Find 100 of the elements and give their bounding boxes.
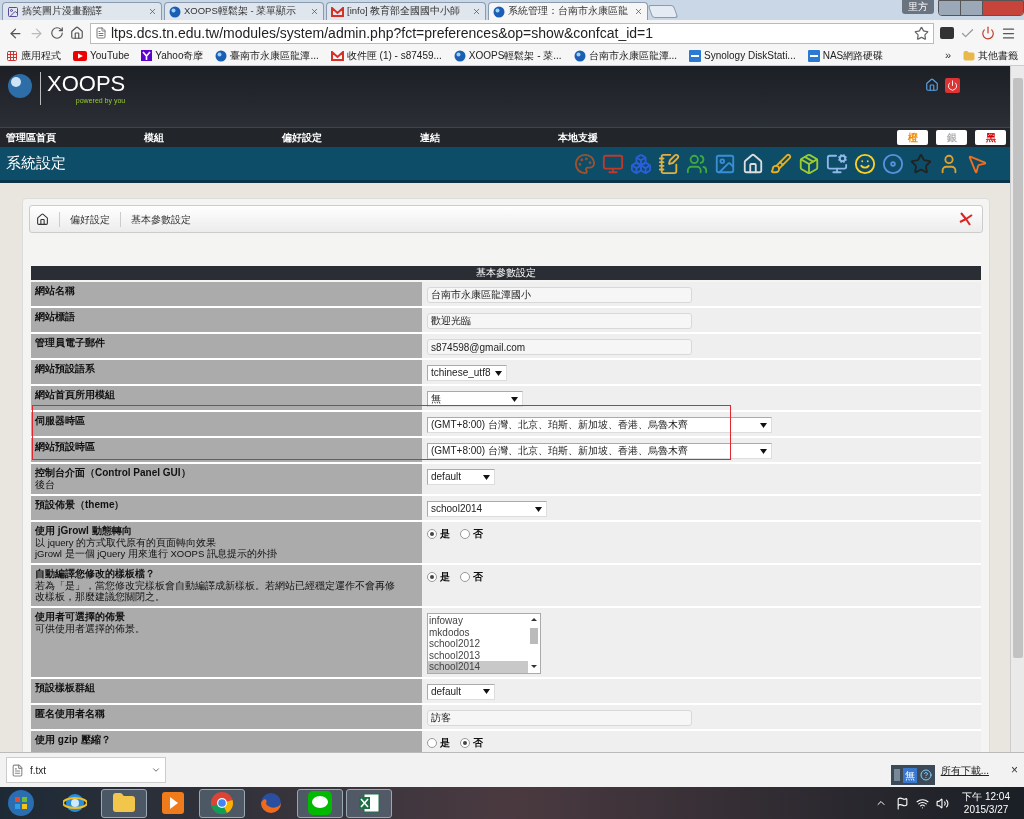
smiley-icon[interactable] xyxy=(854,152,876,175)
help-icon[interactable] xyxy=(919,769,932,781)
taskbar-app-button[interactable] xyxy=(101,788,147,818)
home-icon[interactable] xyxy=(70,26,84,40)
setting-label: 預設佈景（theme） xyxy=(35,499,126,511)
play-icon xyxy=(162,792,184,814)
address-field[interactable]: ltps.dcs.tn.edu.tw/modules/system/admin.php?fct=preferences&op=show&confcat_id=1 xyxy=(90,22,934,44)
bookmark-item[interactable]: 台南市永康區龍潭... xyxy=(573,48,677,63)
text-field[interactable]: 歡迎光臨 xyxy=(427,313,692,329)
radio-button[interactable] xyxy=(460,572,470,582)
page-scrollbar[interactable] xyxy=(1010,66,1024,752)
list-option[interactable]: school2013 xyxy=(428,649,528,661)
picture-frame-icon[interactable] xyxy=(714,152,736,175)
list-box[interactable]: infoway mkdodos school2012 school2013 school2014 xyxy=(427,613,541,674)
list-option[interactable]: school2012 xyxy=(428,638,528,650)
bookmark-item[interactable]: 收件匣 (1) - s87459... xyxy=(330,48,442,63)
clock[interactable]: 下午 12:04 2015/3/27 xyxy=(962,790,1010,816)
dropdown-field[interactable]: tchinese_utf8 xyxy=(427,365,507,381)
bookmark-item[interactable]: Yahoo奇摩 xyxy=(141,48,204,63)
setting-label: 伺服器時區 xyxy=(35,415,86,427)
text-field[interactable]: s874598@gmail.com xyxy=(427,339,692,355)
notepad-icon[interactable] xyxy=(658,152,680,175)
nav-link[interactable]: 偏好設定 xyxy=(276,130,414,145)
taskbar-app-button[interactable] xyxy=(199,788,245,818)
breadcrumb-link[interactable]: 偏好設定 xyxy=(59,211,120,227)
close-icon[interactable] xyxy=(148,7,157,16)
browser-tab[interactable]: 搞笑圖片漫畫翻譯 xyxy=(2,2,162,20)
show-all-downloads-link[interactable]: 所有下載... xyxy=(940,762,989,778)
text-field[interactable]: 台南市永康區龍潭國小 xyxy=(427,287,692,303)
browser-tab[interactable]: XOOPS輕鬆架 - 菜單顯示 xyxy=(164,2,324,20)
more-bookmarks-button[interactable]: » xyxy=(944,47,951,64)
radio-label: 否 xyxy=(473,529,483,539)
flag-icon[interactable] xyxy=(896,796,910,810)
dropdown-field[interactable]: default xyxy=(427,683,495,700)
package-icon[interactable] xyxy=(798,152,820,175)
users-icon[interactable] xyxy=(686,152,708,175)
globe-icon xyxy=(63,791,87,815)
dropdown-field[interactable]: default xyxy=(427,469,495,485)
back-icon[interactable] xyxy=(8,25,23,41)
list-option[interactable]: mkdodos xyxy=(428,626,528,638)
radio-button[interactable] xyxy=(427,572,437,582)
close-icon[interactable] xyxy=(472,7,481,16)
caret-icon xyxy=(483,474,490,480)
grip-icon[interactable] xyxy=(893,769,900,781)
radio-button[interactable] xyxy=(427,529,437,539)
browser-tab[interactable]: [info] 教育部全國國中小師 xyxy=(326,2,486,20)
pinwheel-icon[interactable] xyxy=(958,211,974,227)
dropdown-field[interactable]: (GMT+8:00) 台灣、北京、珀斯、新加坡、香港、烏魯木齊 xyxy=(427,417,772,433)
extension-icon[interactable] xyxy=(940,27,954,39)
profile-badge[interactable]: 里方 xyxy=(902,0,934,14)
taskbar-app-button[interactable] xyxy=(297,788,343,818)
power-icon[interactable] xyxy=(981,26,995,40)
taskbar-app-button[interactable] xyxy=(346,788,392,818)
close-icon[interactable] xyxy=(634,7,643,16)
text-field[interactable]: 訪客 xyxy=(427,709,692,726)
radio-label: 是 xyxy=(440,737,450,748)
reload-icon[interactable] xyxy=(50,26,64,40)
ime-mode[interactable]: 無 xyxy=(902,767,917,783)
close-icon[interactable] xyxy=(310,7,319,16)
dropdown-field[interactable]: (GMT+8:00) 台灣、北京、珀斯、新加坡、香港、烏魯木齊 xyxy=(427,443,772,459)
broom-icon[interactable] xyxy=(770,152,792,175)
network-icon[interactable] xyxy=(916,796,930,810)
bookmark-star-icon[interactable] xyxy=(914,25,929,41)
list-option[interactable]: school2014 xyxy=(428,661,528,673)
power-button[interactable] xyxy=(945,78,960,93)
volume-icon[interactable] xyxy=(936,796,950,810)
bookmark-folder[interactable]: 其他書籤 xyxy=(963,48,1018,63)
theme-button[interactable]: 黑 xyxy=(975,130,1006,145)
nav-link[interactable]: 連結 xyxy=(414,130,552,145)
bookmark-item[interactable]: Synology DiskStati... xyxy=(689,48,796,63)
house-icon[interactable] xyxy=(742,152,764,175)
disc-icon[interactable] xyxy=(882,152,904,175)
bookmark-item[interactable]: XOOPS輕鬆架 - 菜... xyxy=(453,48,562,63)
ime-toolbar[interactable]: 無 xyxy=(890,765,935,785)
setting-label: 網站名稱 xyxy=(35,285,76,297)
bookmark-item[interactable]: 應用程式 xyxy=(6,48,61,63)
radio-button[interactable] xyxy=(427,737,437,748)
dropdown-field[interactable]: school2014 xyxy=(427,501,547,517)
radio-button[interactable] xyxy=(460,737,470,748)
close-button[interactable]: × xyxy=(1011,761,1018,779)
download-item[interactable]: f.txt xyxy=(6,757,166,783)
square-icon xyxy=(689,49,701,62)
star-icon[interactable] xyxy=(910,152,932,175)
house-icon[interactable] xyxy=(925,78,939,92)
list-option[interactable]: infoway xyxy=(428,615,528,627)
bookmark-item[interactable]: YouTube xyxy=(73,48,130,63)
browser-tab[interactable]: 系統管理：台南市永康區龍 xyxy=(488,2,648,20)
monitor-gear-icon[interactable] xyxy=(826,152,848,175)
menu-icon[interactable] xyxy=(1001,25,1016,41)
nav-link[interactable]: 管理區首頁 xyxy=(0,130,138,145)
nav-link[interactable]: 本地支援 xyxy=(552,130,690,145)
radio-button[interactable] xyxy=(460,529,470,539)
home-icon[interactable] xyxy=(36,212,49,226)
bookmark-item[interactable]: NAS網路硬碟 xyxy=(807,48,884,63)
nav-link[interactable]: 模組 xyxy=(138,130,276,145)
bookmark-item[interactable]: 臺南市永康區龍潭... xyxy=(215,48,319,63)
window-controls[interactable] xyxy=(938,0,1024,16)
fox-globe-icon xyxy=(259,791,283,815)
breadcrumb-link[interactable]: 基本參數設定 xyxy=(120,211,201,227)
table-header: 基本參數設定 xyxy=(31,266,981,280)
